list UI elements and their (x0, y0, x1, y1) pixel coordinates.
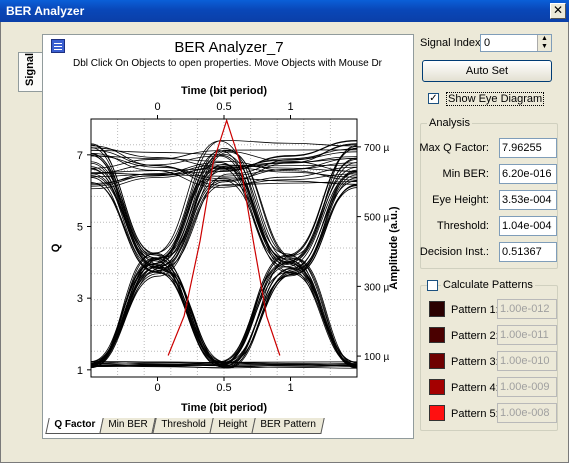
tab-signal[interactable]: Signal (18, 52, 42, 92)
pattern-3-label: Pattern 3: (451, 356, 499, 368)
signal-index-label: Signal Index: (420, 37, 484, 49)
plot-tabs: Q Factor Min BER Threshold Height BER Pa… (45, 418, 325, 436)
pattern-3-color[interactable] (429, 353, 445, 369)
min-ber-value: 6.20e-016 (499, 164, 557, 184)
eye-trace (91, 168, 357, 367)
eye-height-value: 3.53e-004 (499, 190, 557, 210)
signal-index-spinner[interactable]: 0 ▲ ▼ (480, 34, 552, 52)
decision-inst-value: 0.51367 (499, 242, 557, 262)
y-tick-label-right: 300 µ (364, 282, 389, 293)
x-tick-label-top: 0 (154, 101, 160, 113)
y-axis-label-left: Q (50, 243, 62, 252)
eye-trace (91, 164, 357, 365)
eye-trace (91, 162, 357, 368)
close-button[interactable]: ✕ (550, 3, 566, 19)
tab-height[interactable]: Height (209, 418, 256, 434)
eye-trace (91, 155, 357, 363)
tab-q-factor[interactable]: Q Factor (45, 418, 104, 434)
pattern-2-label: Pattern 2: (451, 330, 499, 342)
x-axis-label-top: Time (bit period) (181, 85, 267, 97)
x-tick-label-bottom: 0 (154, 382, 160, 394)
patterns-group: Calculate Patterns Pattern 1: 1.00e-012 … (420, 279, 558, 431)
signal-index-value: 0 (484, 37, 491, 49)
eye-trace (91, 161, 357, 368)
decision-inst-label: Decision Inst.: (419, 246, 489, 258)
y-tick-label-left: 5 (77, 222, 83, 234)
close-icon: ✕ (552, 3, 564, 17)
auto-set-button[interactable]: Auto Set (422, 60, 552, 82)
tab-signal-label: Signal (24, 52, 36, 86)
pattern-4-value: 1.00e-009 (497, 377, 557, 397)
pattern-2-value: 1.00e-011 (497, 325, 557, 345)
title-bar: BER Analyzer ✕ (0, 0, 569, 22)
x-tick-label-bottom: 0.5 (216, 382, 231, 394)
y-tick-label-right: 700 µ (364, 143, 389, 154)
eye-trace (91, 157, 357, 366)
calculate-patterns-checkbox[interactable] (427, 280, 438, 291)
tab-threshold[interactable]: Threshold (152, 418, 214, 434)
min-ber-label: Min BER: (442, 168, 489, 180)
calculate-patterns-label[interactable]: Calculate Patterns (441, 279, 535, 291)
show-eye-checkbox[interactable]: ✓ (428, 93, 439, 104)
eye-diagram-plot[interactable]: 0 0 0.5 0.5 1 1 7 5 3 1 700 µ 500 µ 300 µ 100 µ Time … (43, 35, 415, 418)
analysis-group: Analysis Max Q Factor: 7.96255 Min BER: … (419, 117, 558, 269)
max-q-label: Max Q Factor: (419, 142, 489, 154)
analysis-legend: Analysis (427, 117, 472, 129)
threshold-label: Threshold: (437, 220, 489, 232)
x-tick-label-top: 1 (287, 101, 293, 113)
pattern-4-label: Pattern 4: (451, 382, 499, 394)
eye-trace (91, 150, 357, 367)
graph-panel: BER Analyzer_7 Dbl Click On Objects to o… (42, 34, 414, 439)
pattern-3-value: 1.00e-010 (497, 351, 557, 371)
y-tick-label-right: 100 µ (364, 352, 389, 363)
y-axis-label-right: Amplitude (a.u.) (388, 206, 400, 289)
pattern-2-color[interactable] (429, 327, 445, 343)
pattern-5-value: 1.00e-008 (497, 403, 557, 423)
y-tick-label-right: 500 µ (364, 213, 389, 224)
max-q-value: 7.96255 (499, 138, 557, 158)
y-tick-label-left: 7 (77, 150, 83, 162)
pattern-5-label: Pattern 5: (451, 408, 499, 420)
pattern-1-value: 1.00e-012 (497, 299, 557, 319)
y-tick-label-left: 3 (77, 293, 83, 305)
window-title: BER Analyzer (6, 4, 85, 18)
x-tick-label-top: 0.5 (216, 101, 231, 113)
tab-ber-pattern[interactable]: BER Pattern (251, 418, 325, 434)
spinner-arrows-icon[interactable]: ▲ ▼ (537, 35, 551, 51)
threshold-value: 1.04e-004 (499, 216, 557, 236)
show-eye-label[interactable]: Show Eye Diagram (446, 92, 545, 106)
tab-min-ber[interactable]: Min BER (99, 418, 157, 434)
pattern-5-color[interactable] (429, 405, 445, 421)
x-axis-label-bottom: Time (bit period) (181, 402, 267, 414)
eye-trace (91, 150, 357, 368)
y-tick-label-left: 1 (77, 365, 83, 377)
pattern-1-label: Pattern 1: (451, 304, 499, 316)
pattern-1-color[interactable] (429, 301, 445, 317)
x-tick-label-bottom: 1 (287, 382, 293, 394)
eye-height-label: Eye Height: (432, 194, 489, 206)
pattern-4-color[interactable] (429, 379, 445, 395)
